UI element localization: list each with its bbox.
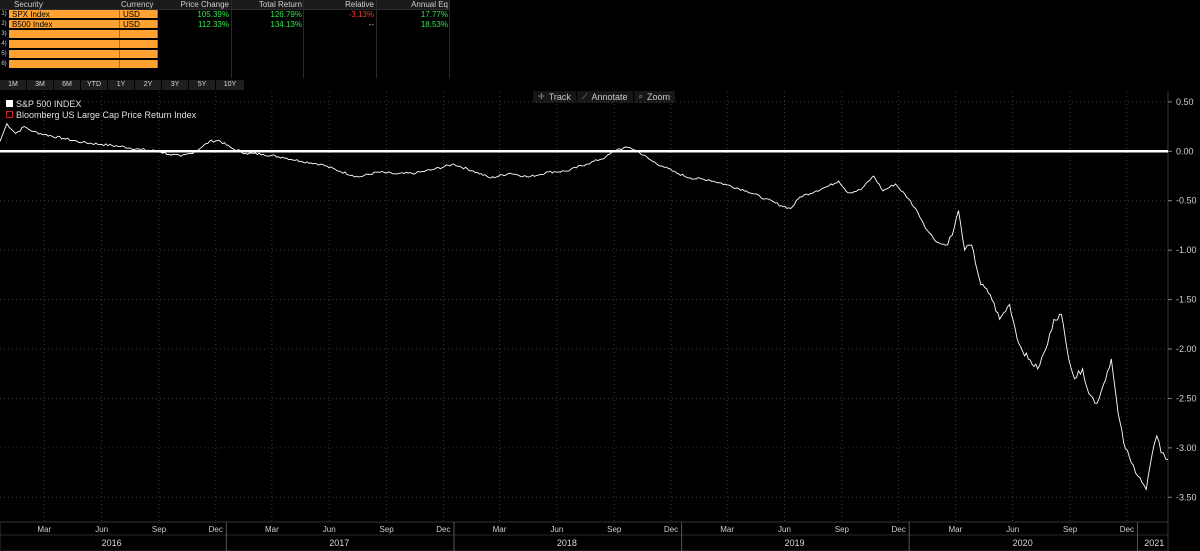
x-tick-label: Mar xyxy=(37,525,51,534)
series-line-sp500[interactable] xyxy=(0,122,1169,491)
y-tick-label: -1.00 xyxy=(1176,245,1197,255)
x-tick-label: Jun xyxy=(778,525,791,534)
legend-item-bloomberg[interactable]: Bloomberg US Large Cap Price Return Inde… xyxy=(6,109,196,120)
y-tick-label: -2.00 xyxy=(1176,344,1197,354)
x-tick-label: Mar xyxy=(720,525,734,534)
y-tick-label: -3.00 xyxy=(1176,443,1197,453)
x-tick-label: Sep xyxy=(607,525,622,534)
x-tick-label: Jun xyxy=(95,525,108,534)
x-tick-label: Dec xyxy=(436,525,450,534)
legend-swatch-outline xyxy=(6,111,13,118)
x-tick-label: Jun xyxy=(550,525,563,534)
legend-label: S&P 500 INDEX xyxy=(16,98,82,109)
legend-swatch-filled xyxy=(6,100,13,107)
x-tick-label: Mar xyxy=(948,525,962,534)
chart-legend: S&P 500 INDEX Bloomberg US Large Cap Pri… xyxy=(6,98,196,120)
year-label: 2020 xyxy=(1013,538,1033,548)
x-tick-label: Dec xyxy=(891,525,905,534)
year-label: 2021 xyxy=(1144,538,1164,548)
x-tick-label: Dec xyxy=(664,525,678,534)
year-label: 2018 xyxy=(557,538,577,548)
x-axis-band xyxy=(0,521,1169,551)
legend-item-sp500[interactable]: S&P 500 INDEX xyxy=(6,98,196,109)
x-tick-label: Mar xyxy=(493,525,507,534)
y-tick-label: -3.50 xyxy=(1176,492,1197,502)
x-tick-label: Mar xyxy=(265,525,279,534)
year-label: 2016 xyxy=(102,538,122,548)
x-tick-label: Dec xyxy=(209,525,223,534)
x-tick-label: Jun xyxy=(1006,525,1019,534)
year-label: 2019 xyxy=(784,538,804,548)
legend-label: Bloomberg US Large Cap Price Return Inde… xyxy=(16,109,197,120)
line-chart[interactable]: 0.50 0.00 -0.50 -1.00 -1.50 -2.00 -2.50 -3.00 -3… xyxy=(0,0,1200,551)
x-tick-label: Sep xyxy=(152,525,167,534)
y-tick-label: -1.50 xyxy=(1176,295,1197,305)
x-tick-label: Dec xyxy=(1120,525,1134,534)
x-tick-label: Sep xyxy=(380,525,395,534)
year-label: 2017 xyxy=(329,538,349,548)
y-tick-label: -2.50 xyxy=(1176,393,1197,403)
x-tick-label: Sep xyxy=(1063,525,1078,534)
x-tick-label: Sep xyxy=(835,525,850,534)
y-tick-label: -0.50 xyxy=(1176,196,1197,206)
x-tick-label: Jun xyxy=(323,525,336,534)
y-tick-label: 0.00 xyxy=(1176,146,1194,156)
y-tick-label: 0.50 xyxy=(1176,97,1194,107)
